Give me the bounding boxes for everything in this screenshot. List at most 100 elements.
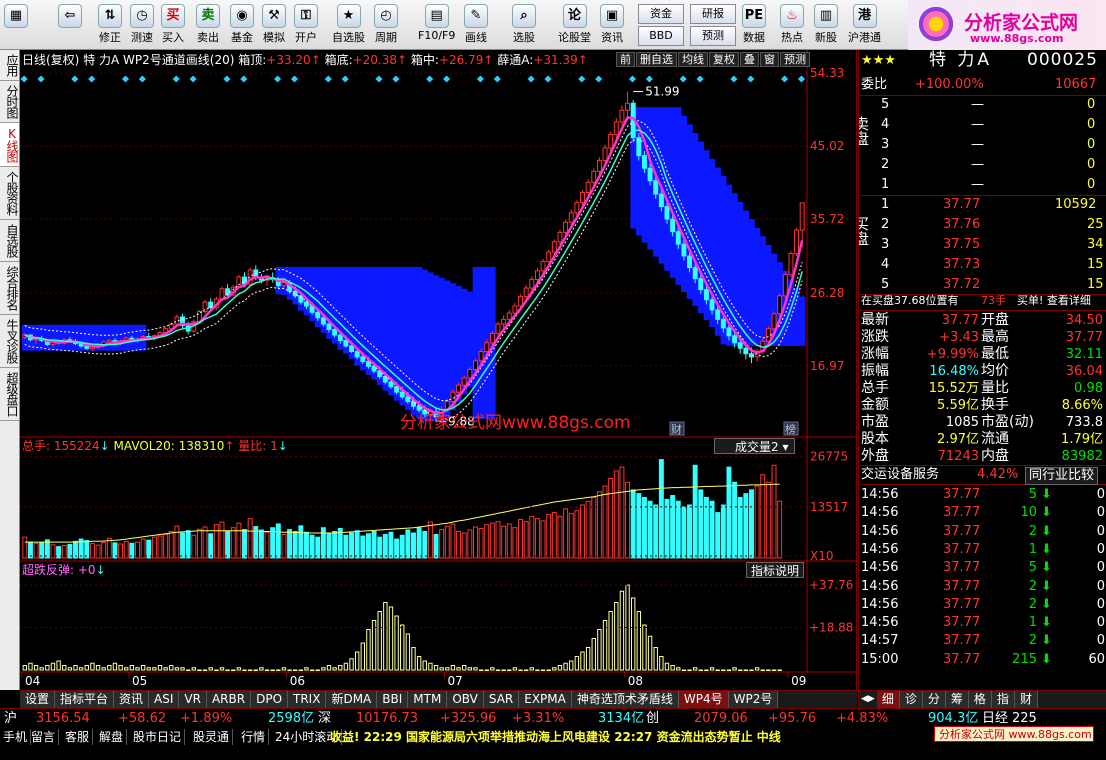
taskbar-item-4[interactable]: 股市日记 bbox=[130, 729, 186, 745]
toolbar-button-16[interactable]: 资金 bbox=[638, 4, 684, 24]
right-tab-5[interactable]: 指 bbox=[991, 691, 1015, 708]
tick-extra: 0 bbox=[1096, 541, 1105, 557]
volume-indicator-select[interactable]: 成交量2 ▾ bbox=[714, 438, 796, 454]
indicator-name[interactable]: WP2号通道画线(20) bbox=[123, 53, 234, 67]
left-tab-0[interactable]: 应用 bbox=[0, 50, 19, 81]
volume-bar bbox=[715, 512, 721, 559]
sell-price[interactable]: — bbox=[971, 116, 984, 134]
taskbar-item-2[interactable]: 客服 bbox=[62, 729, 94, 745]
chart-header-button-2[interactable]: 均线 bbox=[678, 52, 708, 67]
indicator-tab-14[interactable]: 神奇选顶术矛盾线 bbox=[571, 691, 679, 708]
toolbar-label: 买入 bbox=[162, 31, 184, 44]
chart-header-button-3[interactable]: 复权 bbox=[709, 52, 739, 67]
indicator-tab-8[interactable]: 新DMA bbox=[326, 691, 378, 708]
left-tab-5[interactable]: 综合排名 bbox=[0, 262, 19, 315]
right-tab-2[interactable]: 分 bbox=[922, 691, 946, 708]
right-tab-4[interactable]: 格 bbox=[968, 691, 992, 708]
toolbar-button-4[interactable]: 买买入 bbox=[161, 2, 185, 48]
toolbar-button-13[interactable]: ⌕ 选股 bbox=[512, 2, 536, 48]
left-tab-6[interactable]: 牛叉诊股 bbox=[0, 315, 19, 368]
toolbar-button-1[interactable]: ⇦ bbox=[58, 2, 82, 48]
toolbar-label: 修正 bbox=[99, 31, 121, 44]
toolbar-button-15[interactable]: ▣ 资讯 bbox=[600, 2, 624, 48]
toolbar-button-20[interactable]: PE 数据 bbox=[742, 2, 766, 48]
right-tab-0[interactable]: 细 bbox=[876, 691, 900, 708]
toolbar-button-19[interactable]: 预测 bbox=[690, 26, 736, 46]
left-tab-3[interactable]: 个股资料 bbox=[0, 167, 19, 220]
indicator-tab-0[interactable]: 设置 bbox=[20, 691, 56, 708]
toolbar-button-21[interactable]: ♨ 热点 bbox=[780, 2, 804, 48]
toolbar-button-3[interactable]: ◷ 测速 bbox=[130, 2, 154, 48]
right-tab-1[interactable]: 诊 bbox=[899, 691, 923, 708]
channel-box bbox=[686, 124, 693, 299]
chart-header-button-0[interactable]: 前 bbox=[616, 52, 635, 67]
indicator-tab-6[interactable]: DPO bbox=[251, 691, 289, 708]
toolbar-button-22[interactable]: ▥ 新股 bbox=[814, 2, 838, 48]
indicator-tab-12[interactable]: SAR bbox=[483, 691, 520, 708]
toolbar-button-0[interactable]: ▦ bbox=[4, 2, 28, 48]
toolbar-button-18[interactable]: BBD bbox=[638, 26, 684, 46]
sell-price[interactable]: — bbox=[971, 176, 984, 194]
news-ticker[interactable]: 收益! 22:29 国家能源局六项举措推动海上风电建设 22:27 资金流出态势… bbox=[330, 729, 781, 745]
indicator-tab-15[interactable]: WP4号 bbox=[678, 691, 729, 708]
indicator-tab-4[interactable]: VR bbox=[179, 691, 207, 708]
quote-row: 股本 2.97亿 流通 1.79亿 bbox=[859, 431, 1106, 448]
toolbar-button-2[interactable]: ⇅ 修正 bbox=[98, 2, 122, 48]
indicator-tab-5[interactable]: ARBR bbox=[206, 691, 252, 708]
toolbar-button-9[interactable]: ★ 自选股 bbox=[332, 2, 365, 48]
sell-price[interactable]: — bbox=[971, 156, 984, 174]
taskbar-item-1[interactable]: 留言 bbox=[28, 729, 60, 745]
buy-price[interactable]: 37.75 bbox=[943, 236, 980, 254]
right-tab-6[interactable]: 财 bbox=[1014, 691, 1038, 708]
indicator-tab-13[interactable]: EXPMA bbox=[519, 691, 572, 708]
indicator-tab-3[interactable]: ASI bbox=[149, 691, 180, 708]
indicator-tab-10[interactable]: MTM bbox=[408, 691, 448, 708]
sector-name[interactable]: 交运设备服务 bbox=[861, 466, 939, 484]
sell-price[interactable]: — bbox=[971, 136, 984, 154]
sector-compare-button[interactable]: 同行业比较 bbox=[1025, 467, 1099, 485]
indicator-help-button[interactable]: 指标说明 bbox=[746, 562, 805, 578]
chart-header-button-6[interactable]: 预测 bbox=[780, 52, 810, 67]
toolbar-button-7[interactable]: ⚒ 模拟 bbox=[262, 2, 286, 48]
toolbar-button-6[interactable]: ◉ 基金 bbox=[230, 2, 254, 48]
chart-header-button-5[interactable]: 窗 bbox=[760, 52, 779, 67]
period-label[interactable]: 日线(复权) bbox=[22, 53, 79, 67]
taskbar-item-5[interactable]: 股灵通 bbox=[190, 729, 234, 745]
stat-value: 16.48% bbox=[929, 364, 979, 379]
indicator-bar bbox=[276, 669, 281, 671]
tab-scroll-arrows-icon[interactable]: ◀▶ bbox=[859, 691, 877, 708]
indicator-bar bbox=[180, 667, 185, 671]
toolbar-button-17[interactable]: 研报 bbox=[690, 4, 736, 24]
right-tab-3[interactable]: 筹 bbox=[945, 691, 969, 708]
toolbar-button-23[interactable]: 港沪港通 bbox=[848, 2, 881, 48]
toolbar-button-11[interactable]: ▤ F10/F9 bbox=[418, 2, 455, 48]
left-tab-1[interactable]: 分时图 bbox=[0, 81, 19, 123]
toolbar-button-8[interactable]: ⚿ 开户 bbox=[294, 2, 318, 48]
indicator-tab-2[interactable]: 资讯 bbox=[114, 691, 150, 708]
taskbar-item-0[interactable]: 手机 bbox=[0, 729, 32, 745]
buy-price[interactable]: 37.76 bbox=[943, 216, 980, 234]
indicator-bar bbox=[591, 638, 596, 671]
toolbar-button-12[interactable]: ✎ 画线 bbox=[464, 2, 488, 48]
buy-price[interactable]: 37.73 bbox=[943, 256, 980, 274]
kline-chart-area[interactable]: 54.33 45.02 35.72 26.28 16.97 51.99 9.88 财榜分析家公… bbox=[20, 50, 857, 690]
taskbar-item-6[interactable]: 行情 bbox=[238, 729, 270, 745]
indicator-tab-7[interactable]: TRIX bbox=[288, 691, 327, 708]
taskbar-item-3[interactable]: 解盘 bbox=[96, 729, 128, 745]
indicator-tab-11[interactable]: OBV bbox=[447, 691, 484, 708]
toolbar-button-14[interactable]: 论论股堂 bbox=[558, 2, 591, 48]
chart-header-button-4[interactable]: 叠 bbox=[740, 52, 759, 67]
indicator-tab-1[interactable]: 指标平台 bbox=[55, 691, 115, 708]
chart-header-button-1[interactable]: 删自选 bbox=[636, 52, 677, 67]
chart-canvas[interactable]: 54.3345.0235.7226.2816.9751.999.88财 榜分析家公… bbox=[20, 50, 857, 690]
toolbar-button-10[interactable]: ◴ 周期 bbox=[374, 2, 398, 48]
buy-price[interactable]: 37.77 bbox=[943, 196, 980, 214]
left-tab-2[interactable]: K线图 bbox=[0, 123, 19, 167]
sell-price[interactable]: — bbox=[971, 96, 984, 114]
indicator-tab-16[interactable]: WP2号 bbox=[728, 691, 779, 708]
view-detail-link[interactable]: 买单! 查看详细 bbox=[1017, 292, 1091, 310]
left-tab-7[interactable]: 超级盘口 bbox=[0, 368, 19, 421]
indicator-tab-9[interactable]: BBI bbox=[377, 691, 409, 708]
left-tab-4[interactable]: 自选股 bbox=[0, 220, 19, 262]
toolbar-button-5[interactable]: 卖卖出 bbox=[196, 2, 220, 48]
